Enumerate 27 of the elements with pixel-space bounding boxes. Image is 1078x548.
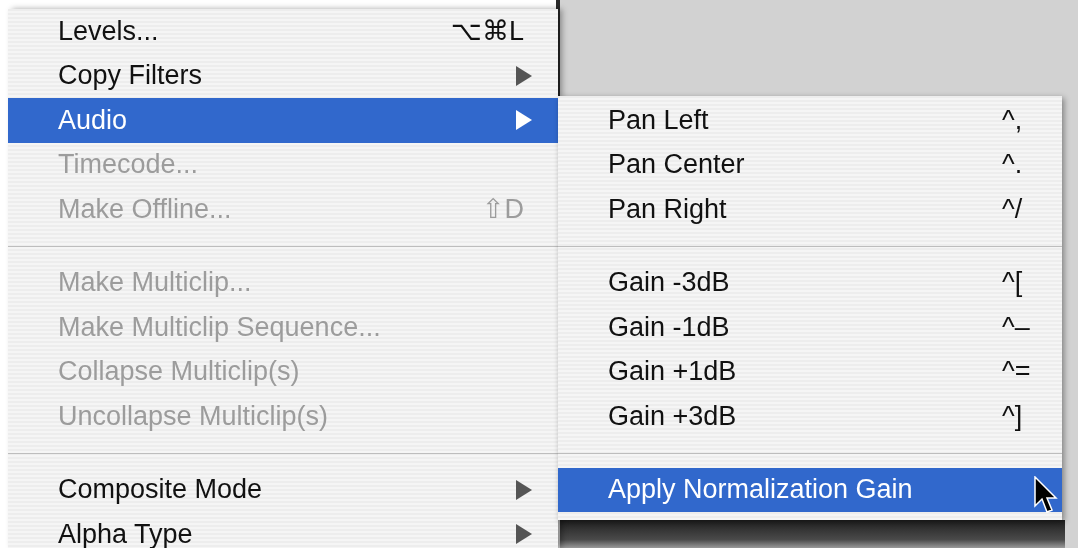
- menu-item[interactable]: Apply Normalization Gain: [558, 467, 1062, 512]
- menu-item[interactable]: Alpha Type: [8, 512, 558, 548]
- menu-item[interactable]: Copy Filters: [8, 53, 558, 98]
- menu-item[interactable]: Levels... ⌥⌘L: [8, 9, 558, 54]
- menu-item[interactable]: Composite Mode: [8, 467, 558, 512]
- menu-item[interactable]: Pan Right ^/: [558, 187, 1062, 232]
- shortcut-label: ^.: [1002, 149, 1024, 181]
- menu-item[interactable]: Pan Center ^.: [558, 142, 1062, 187]
- triangle-icon: [516, 524, 532, 545]
- shortcut-label: ^=: [1002, 356, 1032, 388]
- menu-item[interactable]: Gain -1dB ^–: [558, 305, 1062, 350]
- triangle-icon: [516, 110, 532, 131]
- shortcut-label: ⌥⌘L: [450, 15, 524, 48]
- menu-item[interactable]: Pan Left ^,: [558, 98, 1062, 143]
- menu-item[interactable]: Gain +3dB ^]: [558, 394, 1062, 439]
- shortcut-label: ⇧D: [481, 193, 524, 226]
- shortcut-label: ^]: [1002, 400, 1024, 432]
- menu-item[interactable]: Audio: [8, 98, 558, 143]
- menu-item[interactable]: Gain -3dB ^[: [558, 260, 1062, 305]
- shortcut-label: ^[: [1002, 267, 1024, 299]
- triangle-icon: [516, 65, 532, 86]
- shortcut-label: ^–: [1002, 311, 1031, 343]
- triangle-icon: [516, 479, 532, 500]
- shortcut-label: ^,: [1002, 104, 1024, 136]
- shortcut-label: ^/: [1002, 193, 1024, 225]
- menu-item[interactable]: Gain +1dB ^=: [558, 349, 1062, 394]
- cursor-icon: [1034, 475, 1058, 514]
